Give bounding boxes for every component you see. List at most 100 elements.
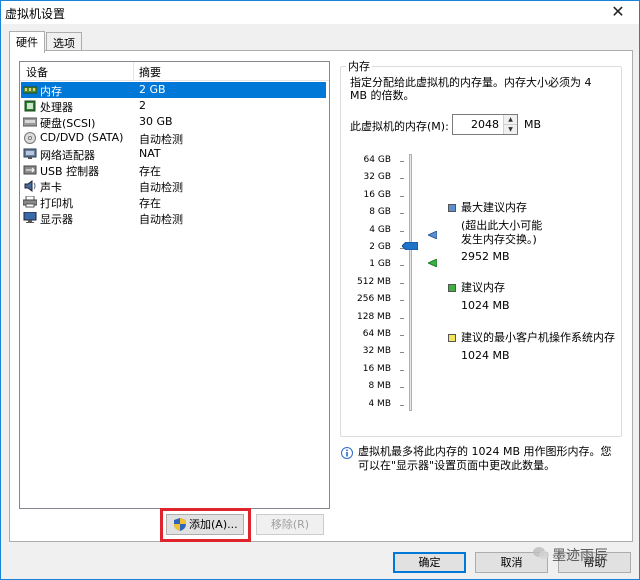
device-row-memory[interactable]: 内存 2 GB — [21, 82, 326, 98]
spinner-down-button[interactable]: ▼ — [504, 124, 517, 133]
graphics-memory-info: 虚拟机最多将此内存的 1024 MB 用作图形内存。您可以在"显示器"设置页面中… — [358, 445, 612, 472]
device-row-printer[interactable]: 打印机 存在 — [21, 194, 326, 210]
scale-tick-mark — [400, 161, 404, 162]
sound-card-icon — [24, 180, 36, 192]
device-name: 网络适配器 — [40, 149, 95, 162]
scale-tick-label: 64 GB — [363, 155, 391, 165]
column-header-summary[interactable]: 摘要 — [139, 64, 161, 80]
list-header: 设备 摘要 — [20, 62, 329, 81]
min-guest-label: 建议的最小客户机操作系统内存 — [461, 331, 615, 344]
device-name: 显示器 — [40, 213, 73, 226]
recommended-legend-icon — [448, 284, 456, 292]
column-divider[interactable] — [133, 62, 134, 81]
max-recommended-legend-icon — [448, 204, 456, 212]
spinner-up-button[interactable]: ▲ — [504, 115, 517, 124]
device-row-sound[interactable]: 声卡 自动检测 — [21, 178, 326, 194]
ok-button[interactable]: 确定 — [393, 552, 466, 573]
scale-tick-mark — [400, 387, 404, 389]
device-row-usb[interactable]: USB 控制器 存在 — [21, 162, 326, 178]
min-guest-legend-icon — [448, 334, 456, 342]
hard-disk-icon — [23, 117, 37, 127]
recommended-marker-icon — [428, 259, 437, 267]
scale-tick-label: 32 GB — [363, 172, 391, 183]
tab-options[interactable]: 选项 — [46, 32, 82, 52]
scale-tick-label: 4 MB — [368, 398, 391, 409]
device-row-network[interactable]: 网络适配器 NAT — [21, 146, 326, 162]
device-name: 硬盘(SCSI) — [40, 117, 96, 130]
scale-tick-mark — [400, 178, 404, 180]
scale-tick-label: 32 MB — [362, 346, 391, 357]
scale-tick-label: 64 MB — [362, 329, 391, 339]
device-summary: 存在 — [139, 165, 161, 178]
device-summary: 2 GB — [139, 83, 166, 96]
network-adapter-icon — [23, 148, 37, 159]
scale-tick-mark — [400, 352, 404, 354]
min-guest-value: 1024 MB — [461, 349, 510, 362]
wechat-watermark-icon — [533, 547, 549, 559]
scale-tick-mark — [400, 213, 404, 215]
device-row-cd-dvd[interactable]: CD/DVD (SATA) 自动检测 — [21, 130, 326, 146]
usb-icon — [23, 165, 37, 175]
title-bar: 虚拟机设置 ✕ — [1, 1, 639, 24]
scale-tick-label: 8 MB — [368, 381, 391, 392]
scale-tick-mark — [400, 195, 404, 197]
info-icon — [341, 447, 353, 459]
memory-group-title: 内存 — [346, 58, 372, 74]
memory-description: 指定分配给此虚拟机的内存量。内存大小必须为 4 MB 的倍数。 — [350, 76, 592, 102]
max-recommended-value: 2952 MB — [461, 250, 510, 263]
device-row-hard-disk[interactable]: 硬盘(SCSI) 30 GB — [21, 114, 326, 130]
memory-field-label: 此虚拟机的内存(M): — [350, 120, 449, 133]
scale-tick-mark — [400, 300, 404, 302]
device-name: CD/DVD (SATA) — [40, 131, 124, 144]
device-summary: 2 — [139, 99, 146, 112]
max-recommended-marker-icon — [428, 231, 437, 239]
device-summary: 自动检测 — [139, 181, 183, 194]
scale-tick-label: 128 MB — [357, 311, 391, 322]
scale-tick-mark — [400, 282, 404, 284]
device-summary: 自动检测 — [139, 213, 183, 226]
device-summary: 自动检测 — [139, 133, 183, 146]
scale-tick-label: 4 GB — [369, 224, 391, 235]
device-name: 声卡 — [40, 181, 62, 194]
device-row-processor[interactable]: 处理器 2 — [21, 98, 326, 114]
close-button[interactable]: ✕ — [603, 1, 633, 23]
scale-tick-label: 8 GB — [369, 207, 391, 218]
window-title: 虚拟机设置 — [5, 7, 66, 21]
memory-spinner[interactable]: 2048 ▲ ▼ — [452, 114, 518, 135]
memory-slider-track[interactable] — [409, 154, 412, 411]
device-name: USB 控制器 — [40, 165, 100, 178]
scale-tick-label: 256 MB — [357, 294, 391, 305]
device-list[interactable]: 设备 摘要 内存 2 GB 处理器 2 硬盘(SCSI) 30 GB CD/DV… — [19, 61, 330, 509]
recommended-label: 建议内存 — [461, 281, 505, 294]
device-name: 打印机 — [40, 197, 73, 210]
tab-hardware[interactable]: 硬件 — [9, 31, 45, 53]
spinner-buttons: ▲ ▼ — [503, 115, 517, 134]
column-header-device[interactable]: 设备 — [26, 64, 48, 80]
memory-unit: MB — [524, 118, 542, 131]
scale-tick-label: 512 MB — [357, 276, 391, 287]
highlight-box — [160, 508, 251, 542]
memory-icon — [23, 86, 37, 94]
scale-tick-mark — [400, 369, 404, 371]
max-recommended-note: (超出此大小可能发生内存交换。) — [461, 219, 543, 246]
display-icon — [23, 212, 37, 223]
device-name: 内存 — [40, 85, 62, 98]
max-recommended-label: 最大建议内存 — [461, 201, 527, 214]
device-summary: NAT — [139, 147, 161, 160]
scale-tick-mark — [400, 230, 404, 232]
device-name: 处理器 — [40, 101, 73, 114]
scale-tick-mark — [400, 265, 404, 267]
scale-tick-mark — [400, 335, 404, 336]
memory-value[interactable]: 2048 — [471, 118, 499, 131]
scale-tick-label: 2 GB — [369, 242, 391, 252]
scale-tick-label: 16 MB — [362, 363, 391, 374]
scale-tick-mark — [400, 317, 404, 319]
memory-slider-thumb[interactable] — [402, 242, 418, 250]
scale-tick-label: 1 GB — [369, 259, 391, 270]
scale-tick-mark — [400, 404, 404, 406]
device-row-display[interactable]: 显示器 自动检测 — [21, 210, 326, 226]
device-summary: 30 GB — [139, 115, 173, 128]
watermark-text: 墨迹雨辰 — [552, 548, 608, 564]
remove-button[interactable]: 移除(R) — [256, 514, 324, 535]
scale-tick-label: 16 GB — [363, 189, 391, 200]
